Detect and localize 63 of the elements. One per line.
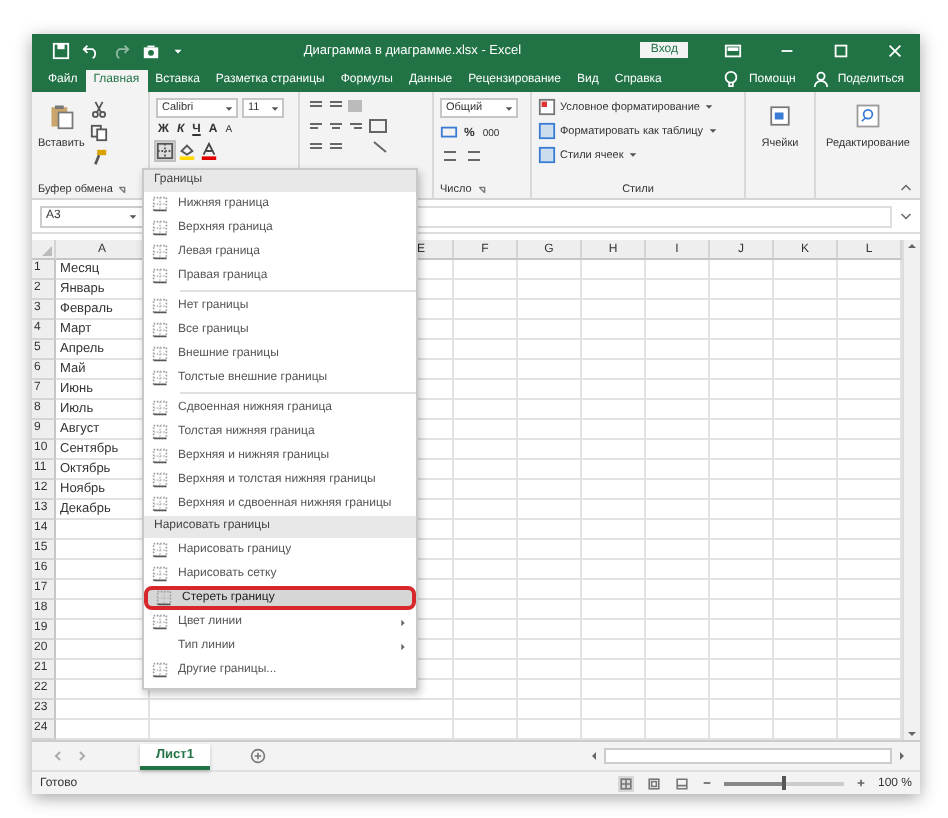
save-icon[interactable]: [52, 41, 70, 59]
scroll-right-icon[interactable]: [896, 750, 908, 762]
scissors-icon[interactable]: [90, 100, 109, 118]
zoom-out-icon[interactable]: [701, 778, 712, 788]
border-icon: [152, 566, 168, 582]
border-icon: [152, 268, 168, 284]
border-icon: [152, 448, 168, 464]
border-icon: [152, 662, 168, 678]
border-icon: [152, 496, 168, 512]
submenu-arrow-icon: [398, 617, 408, 627]
clipboard-icon: [47, 102, 76, 130]
caret-icon[interactable]: [504, 103, 514, 113]
add-sheet-icon[interactable]: [249, 748, 266, 764]
border-icon: [152, 424, 168, 440]
table-icon[interactable]: [538, 122, 556, 140]
border-icon: [152, 370, 168, 386]
border-icon: [152, 346, 168, 362]
page-layout-icon[interactable]: [645, 775, 662, 791]
expand-formula-icon[interactable]: [900, 211, 912, 221]
zoom-in-icon[interactable]: [855, 778, 866, 788]
caret-icon[interactable]: [128, 211, 138, 221]
camera-icon[interactable]: [142, 41, 160, 59]
caret-icon[interactable]: [703, 102, 714, 112]
close-icon[interactable]: [886, 41, 904, 59]
caret-icon[interactable]: [707, 126, 718, 136]
submenu-arrow-icon: [398, 641, 408, 651]
scroll-up-icon[interactable]: [906, 240, 918, 252]
caret-icon[interactable]: [627, 150, 638, 160]
dialog-launcher-icon[interactable]: [477, 185, 486, 193]
page-break-icon[interactable]: [673, 775, 690, 791]
border-icon: [152, 220, 168, 236]
border-icon: [152, 542, 168, 558]
caret-icon[interactable]: [270, 103, 280, 113]
ribbon-display-icon[interactable]: [724, 41, 742, 59]
font-color-icon[interactable]: [200, 142, 218, 160]
copy-icon[interactable]: [90, 124, 109, 142]
border-icon: [152, 472, 168, 488]
search-icon: [854, 102, 882, 130]
maximize-icon[interactable]: [832, 41, 850, 59]
currency-icon[interactable]: [440, 124, 458, 142]
border-icon: [152, 614, 168, 630]
fill-color-icon[interactable]: [178, 142, 196, 160]
collapse-ribbon-icon[interactable]: [900, 182, 912, 192]
caret-icon[interactable]: [224, 103, 234, 113]
format-painter-icon[interactable]: [90, 148, 109, 166]
undo-icon[interactable]: [82, 41, 100, 59]
border-icon: [152, 322, 168, 338]
border-icon: [156, 590, 172, 606]
border-icon: [152, 400, 168, 416]
scroll-left-icon[interactable]: [588, 750, 600, 762]
cells-icon: [765, 102, 794, 130]
redo-icon[interactable]: [112, 41, 130, 59]
conditional-formatting-icon[interactable]: [538, 98, 556, 116]
normal-view-icon[interactable]: [617, 775, 634, 791]
borders-icon[interactable]: [156, 142, 174, 160]
vertical-scrollbar[interactable]: [902, 240, 920, 740]
dialog-launcher-icon[interactable]: [118, 185, 127, 193]
border-icon: [152, 298, 168, 314]
cell-styles-icon[interactable]: [538, 146, 556, 164]
border-icon: [152, 196, 168, 212]
lightbulb-icon[interactable]: [722, 70, 741, 88]
person-icon[interactable]: [811, 70, 830, 88]
border-icon: [152, 244, 168, 260]
